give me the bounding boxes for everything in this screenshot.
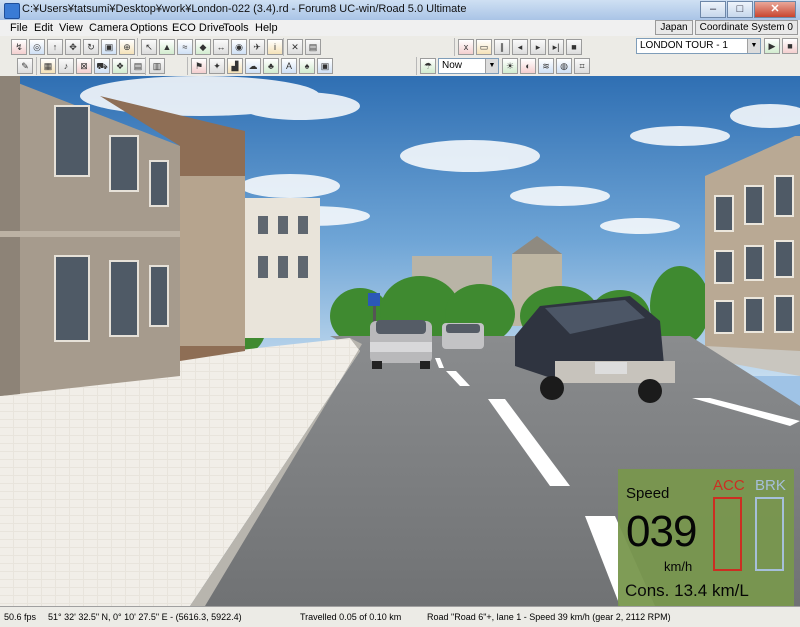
pause-button[interactable]: ∥ — [494, 39, 510, 55]
tour-select-value: LONDON TOUR - 1 — [640, 40, 728, 51]
acc-label: ACC — [713, 477, 745, 494]
car-ahead — [370, 320, 432, 369]
travelled-readout: Travelled 0.05 of 0.10 km — [300, 612, 402, 622]
menu-camera[interactable]: Camera — [89, 22, 128, 34]
toolbars: ↯ ◎ ↑ ✥ ↻ ▣ ⊕ ↖ ▲ ≈ ◆ ↔ ◉ ✈ i ✕ ▤ x ▭ ∥ … — [0, 36, 800, 77]
play-icon: ▸ — [535, 42, 541, 52]
menu-eco-drive[interactable]: ECO Drive — [172, 22, 225, 34]
object-button[interactable]: ❖ — [112, 58, 128, 74]
info-tool-button[interactable]: i — [267, 39, 283, 55]
chart-button[interactable]: ▤ — [305, 39, 321, 55]
coordinate-readout: 51° 32' 32.5" N, 0° 10' 27.5" E - (5616.… — [48, 612, 242, 622]
time-select[interactable]: Now ▼ — [438, 58, 499, 74]
rotate-tool-button[interactable]: ↻ — [83, 39, 99, 55]
step-back-icon: ◂ — [517, 42, 523, 52]
terrain-tool-button[interactable]: ▲ — [159, 39, 175, 55]
globe-tool-button[interactable]: ◎ — [29, 39, 45, 55]
fog-button[interactable]: ≋ — [538, 58, 554, 74]
move-up-button[interactable]: ↑ — [47, 39, 63, 55]
abc-button[interactable]: A — [281, 58, 297, 74]
water-setting-button[interactable]: ◍ — [556, 58, 572, 74]
driving-hud: Speed 039 km/h ACC BRK Cons. 13.4 km/L — [618, 469, 794, 606]
building-button[interactable]: ▟ — [227, 58, 243, 74]
tour-stop-button[interactable]: ■ — [782, 38, 798, 54]
brk-label: BRK — [755, 477, 786, 494]
eye-tool-button[interactable]: ◉ — [231, 39, 247, 55]
road-tool-button[interactable]: ↯ — [11, 39, 27, 55]
window-title: C:¥Users¥tatsumi¥Desktop¥work¥London-022… — [22, 3, 467, 15]
status-bar: 50.6 fps 51° 32' 32.5" N, 0° 10' 27.5" E… — [0, 606, 800, 627]
tour-play-button[interactable]: ▶ — [764, 38, 780, 54]
stop-icon: ■ — [571, 42, 577, 52]
zoom-tool-button[interactable]: ⊕ — [119, 39, 135, 55]
move-tool-button[interactable]: ✥ — [65, 39, 81, 55]
select-tool-button[interactable]: ↖ — [141, 39, 157, 55]
region-label[interactable]: Japan — [655, 20, 693, 35]
texture-button[interactable]: ▦ — [40, 58, 56, 74]
doc-button[interactable]: ▤ — [130, 58, 146, 74]
bell-button[interactable]: ♪ — [58, 58, 74, 74]
speed-unit: km/h — [664, 559, 693, 574]
dropdown-arrow-icon: ▼ — [485, 59, 498, 73]
light-setting-button[interactable]: ◐ — [520, 58, 536, 74]
left-building-white — [245, 198, 320, 338]
step-forward-icon: ▸| — [552, 42, 560, 52]
pen-tool-button[interactable]: ✎ — [17, 58, 33, 74]
fps-readout: 50.6 fps — [4, 612, 37, 622]
close-icon: ✕ — [770, 3, 780, 15]
acc-gauge — [713, 497, 742, 571]
menu-options[interactable]: Options — [130, 22, 168, 34]
tour-select[interactable]: LONDON TOUR - 1 ▼ — [636, 38, 761, 54]
stop-button[interactable]: ■ — [566, 39, 582, 55]
dropdown-arrow-icon: ▼ — [747, 39, 760, 53]
title-bar: C:¥Users¥tatsumi¥Desktop¥work¥London-022… — [0, 0, 800, 21]
car-button[interactable]: ⛟ — [94, 58, 110, 74]
sky-button[interactable]: ☁ — [245, 58, 261, 74]
speed-label: Speed — [626, 485, 670, 502]
sun-button[interactable]: ☀ — [502, 58, 518, 74]
weather-button[interactable]: ☂ — [420, 58, 436, 74]
road-info-readout: Road "Road 6"+, lane 1 - Speed 39 km/h (… — [427, 612, 671, 622]
time-select-value: Now — [442, 60, 463, 71]
car-far — [442, 323, 484, 349]
snapshot-button[interactable]: ⌗ — [574, 58, 590, 74]
play-button[interactable]: ▸ — [530, 39, 546, 55]
cut-button[interactable]: ✕ — [287, 39, 303, 55]
walk-tool-button[interactable]: ✈ — [249, 39, 265, 55]
folder-button[interactable]: ▭ — [476, 39, 492, 55]
menu-file[interactable]: File — [10, 22, 28, 34]
menu-help[interactable]: Help — [255, 22, 278, 34]
view-tool-button[interactable]: ▣ — [101, 39, 117, 55]
minimize-icon: – — [709, 3, 717, 15]
3d-viewport[interactable]: Speed 039 km/h ACC BRK Cons. 13.4 km/L — [0, 76, 800, 606]
mesh-button[interactable]: ⊠ — [76, 58, 92, 74]
speed-value: 039 — [626, 507, 697, 556]
coordinate-system-label[interactable]: Coordinate System 0 — [694, 20, 798, 35]
print-button[interactable]: ▥ — [149, 58, 165, 74]
image-button[interactable]: ▣ — [317, 58, 333, 74]
pause-icon: ∥ — [499, 42, 505, 52]
water-tool-button[interactable]: ≈ — [177, 39, 193, 55]
step-back-button[interactable]: ◂ — [512, 39, 528, 55]
app-icon[interactable] — [4, 3, 20, 19]
model-tool-button[interactable]: ◆ — [195, 39, 211, 55]
sign-button[interactable]: ⚑ — [191, 58, 207, 74]
minimize-button[interactable]: – — [700, 1, 726, 18]
menu-view[interactable]: View — [59, 22, 83, 34]
brk-gauge — [755, 497, 784, 571]
step-forward-button[interactable]: ▸| — [548, 39, 564, 55]
maximize-icon: □ — [736, 3, 744, 15]
maximize-button[interactable]: □ — [727, 1, 753, 18]
menu-tools[interactable]: Tools — [223, 22, 249, 34]
close-button[interactable]: ✕ — [754, 1, 796, 18]
fuel-consumption: Cons. 13.4 km/L — [625, 581, 749, 600]
forest-button[interactable]: ♠ — [299, 58, 315, 74]
script-button[interactable]: x — [458, 39, 474, 55]
tree-button[interactable]: ♣ — [263, 58, 279, 74]
measure-tool-button[interactable]: ↔ — [213, 39, 229, 55]
menu-edit[interactable]: Edit — [34, 22, 53, 34]
light-button[interactable]: ✦ — [209, 58, 225, 74]
